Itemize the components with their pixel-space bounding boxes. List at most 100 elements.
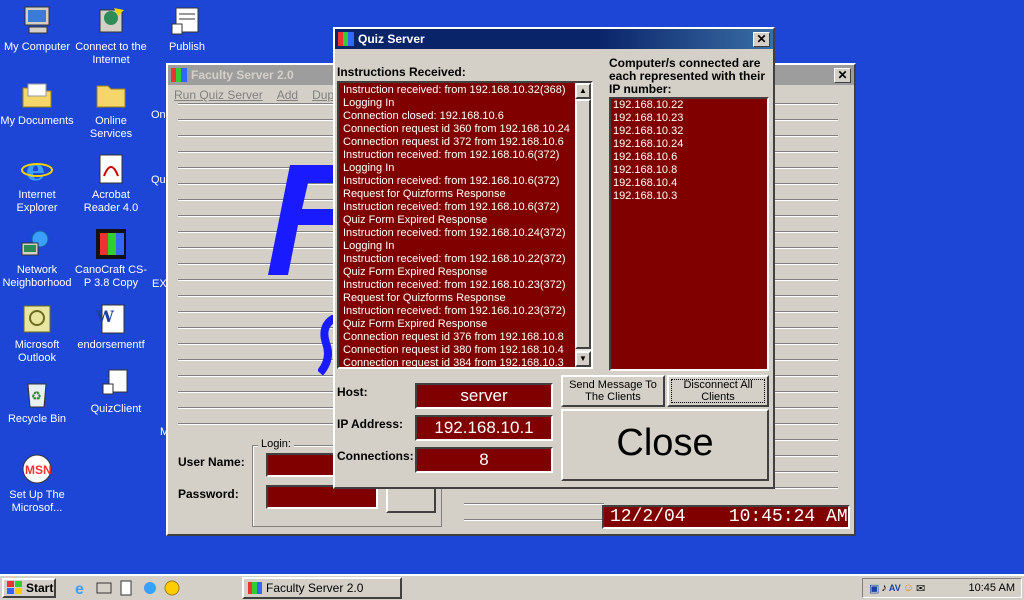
clock[interactable]: 10:45 AM <box>969 582 1015 594</box>
computers-list[interactable]: 192.168.10.22 192.168.10.23 192.168.10.32 1… <box>609 97 769 371</box>
instruction-item[interactable]: Request for Quizforms Response <box>343 188 571 201</box>
instruction-item[interactable]: Instruction received: from 192.168.10.24… <box>343 227 571 240</box>
quiz-titlebar[interactable]: Quiz Server ✕ <box>335 29 773 49</box>
connected-computer-item[interactable]: 192.168.10.23 <box>613 112 765 125</box>
instruction-item[interactable]: Quiz Form Expired Response <box>343 214 571 227</box>
scroll-thumb[interactable] <box>575 99 591 349</box>
connections-field: 8 <box>415 447 553 473</box>
taskbar: Start e Faculty Server 2.0 ▣ ♪ AV ☺ ✉ 10… <box>0 574 1024 600</box>
desktop-icon-canocraft[interactable]: CanoCraft CS-P 3.8 Copy <box>74 227 148 290</box>
ip-address-value: 192.168.10.1 <box>434 418 534 437</box>
instruction-item[interactable]: Quiz Form Expired Response <box>343 318 571 331</box>
notepad-quicklaunch-icon[interactable] <box>118 580 134 596</box>
disconnect-all-button[interactable]: Disconnect All Clients <box>667 375 769 407</box>
desktop-icon-my-documents[interactable]: My Documents <box>0 78 74 128</box>
close-button[interactable]: Close <box>561 409 769 481</box>
desktop-icon-msn-setup[interactable]: MSN Set Up The Microsof... <box>0 452 74 515</box>
app-icon <box>171 68 187 82</box>
close-icon[interactable]: ✕ <box>834 67 851 83</box>
instruction-item[interactable]: Logging In <box>343 162 571 175</box>
taskbar-item-faculty-server[interactable]: Faculty Server 2.0 <box>242 577 402 599</box>
volume-tray-icon[interactable]: ♪ <box>881 582 887 594</box>
computers-label: Computer/s connected are each represente… <box>609 56 766 96</box>
folder-icon <box>20 78 54 112</box>
desktop-icon-publish[interactable]: Publish <box>150 4 224 54</box>
desktop-icon-internet-explorer[interactable]: e Internet Explorer <box>0 152 74 215</box>
instruction-item[interactable]: Instruction received: from 192.168.10.23… <box>343 279 571 292</box>
instruction-item[interactable]: Request for Quizforms Response <box>343 292 571 305</box>
login-group-label: Login: <box>258 438 294 450</box>
instruction-item[interactable]: Instruction received: from 192.168.10.22… <box>343 253 571 266</box>
instruction-item[interactable]: Quiz Form Expired Response <box>343 266 571 279</box>
instruction-item[interactable]: Logging In <box>343 97 571 110</box>
menu-run-quiz-server[interactable]: Run Quiz Server <box>174 88 263 102</box>
desktop-icon-my-computer[interactable]: My Computer <box>0 4 74 54</box>
desktop-icon-label: Connect to the Internet <box>75 41 147 66</box>
desktop-icon-quizclient[interactable]: QuizClient <box>79 366 153 416</box>
outlook-quicklaunch-icon[interactable] <box>96 580 112 596</box>
network-tray-icon[interactable]: ▣ <box>869 582 879 595</box>
acrobat-icon <box>94 152 128 186</box>
desktop-icon-endorsement[interactable]: W endorsementf <box>74 302 148 352</box>
desktop-icon-acrobat-reader[interactable]: Acrobat Reader 4.0 <box>74 152 148 215</box>
connected-computer-item[interactable]: 192.168.10.22 <box>613 99 765 112</box>
connect-wizard-icon <box>94 4 128 38</box>
windows-logo-icon <box>7 581 22 594</box>
instructions-label: Instructions Received: <box>337 65 466 79</box>
instruction-item[interactable]: Connection request id 384 from 192.168.1… <box>343 357 571 367</box>
host-field: server <box>415 383 553 409</box>
start-label: Start <box>26 581 54 595</box>
connected-computer-item[interactable]: 192.168.10.24 <box>613 138 765 151</box>
svg-text:e: e <box>26 153 45 186</box>
instruction-item[interactable]: Connection request id 360 from 192.168.1… <box>343 123 571 136</box>
username-field[interactable] <box>266 453 338 477</box>
menu-add[interactable]: Add <box>277 88 298 102</box>
password-label: Password: <box>178 487 239 501</box>
send-message-button[interactable]: Send Message To The Clients <box>561 375 665 407</box>
close-icon[interactable]: ✕ <box>753 31 770 47</box>
msn-quicklaunch-icon[interactable] <box>164 580 180 596</box>
svg-text:♻: ♻ <box>31 389 42 403</box>
instruction-item[interactable]: Instruction received: from 192.168.10.6(… <box>343 149 571 162</box>
instruction-item[interactable]: Connection request id 376 from 192.168.1… <box>343 331 571 344</box>
msn-tray-icon[interactable]: ☺ <box>903 582 914 594</box>
instruction-item[interactable]: Connection request id 372 from 192.168.1… <box>343 136 571 149</box>
desktop-icon-label: CanoCraft CS-P 3.8 Copy <box>74 264 148 289</box>
scrollbar[interactable]: ▲ ▼ <box>575 83 591 367</box>
connected-computer-item[interactable]: 192.168.10.32 <box>613 125 765 138</box>
app-quicklaunch-icon[interactable] <box>142 580 158 596</box>
desktop-icon-network-neighborhood[interactable]: Network Neighborhood <box>0 227 74 290</box>
computer-icon <box>20 4 54 38</box>
scroll-down-button[interactable]: ▼ <box>575 351 591 367</box>
desktop-icon-microsoft-outlook[interactable]: Microsoft Outlook <box>0 302 74 365</box>
messenger-tray-icon[interactable]: ✉ <box>916 582 925 595</box>
quiz-server-window[interactable]: Quiz Server ✕ Instructions Received: Ins… <box>333 27 775 489</box>
connected-computer-item[interactable]: 192.168.10.3 <box>613 190 765 203</box>
desktop-icon-connect-internet[interactable]: Connect to the Internet <box>74 4 148 67</box>
instruction-item[interactable]: Instruction received: from 192.168.10.6(… <box>343 175 571 188</box>
desktop-icon-label: Publish <box>168 41 206 53</box>
instruction-item[interactable]: Connection closed: 192.168.10.6 <box>343 110 571 123</box>
instruction-item[interactable]: Instruction received: from 192.168.10.32… <box>343 84 571 97</box>
antivirus-tray-icon[interactable]: AV <box>889 583 901 593</box>
instruction-item[interactable]: Logging In <box>343 240 571 253</box>
login-button[interactable] <box>386 485 436 513</box>
instructions-list[interactable]: Instruction received: from 192.168.10.32… <box>337 81 593 369</box>
desktop-icon-label: QuizClient <box>90 403 142 415</box>
desktop-icon-label: My Documents <box>0 115 74 127</box>
scroll-up-button[interactable]: ▲ <box>575 83 591 99</box>
instruction-item[interactable]: Instruction received: from 192.168.10.23… <box>343 305 571 318</box>
connected-computer-item[interactable]: 192.168.10.4 <box>613 177 765 190</box>
ie-quicklaunch-icon[interactable]: e <box>74 580 90 598</box>
faculty-window-title: Faculty Server 2.0 <box>191 68 294 82</box>
connected-computer-item[interactable]: 192.168.10.6 <box>613 151 765 164</box>
desktop-icon-online-services[interactable]: Online Services <box>74 78 148 141</box>
desktop-icon-label: Internet Explorer <box>16 189 58 214</box>
instruction-item[interactable]: Connection request id 380 from 192.168.1… <box>343 344 571 357</box>
desktop-icon-recycle-bin[interactable]: ♻ Recycle Bin <box>0 376 74 426</box>
start-button[interactable]: Start <box>2 578 56 598</box>
quiz-window-title: Quiz Server <box>358 32 425 46</box>
datetime-display: 12/2/04 10:45:24 AM <box>602 505 850 529</box>
connected-computer-item[interactable]: 192.168.10.8 <box>613 164 765 177</box>
instruction-item[interactable]: Instruction received: from 192.168.10.6(… <box>343 201 571 214</box>
